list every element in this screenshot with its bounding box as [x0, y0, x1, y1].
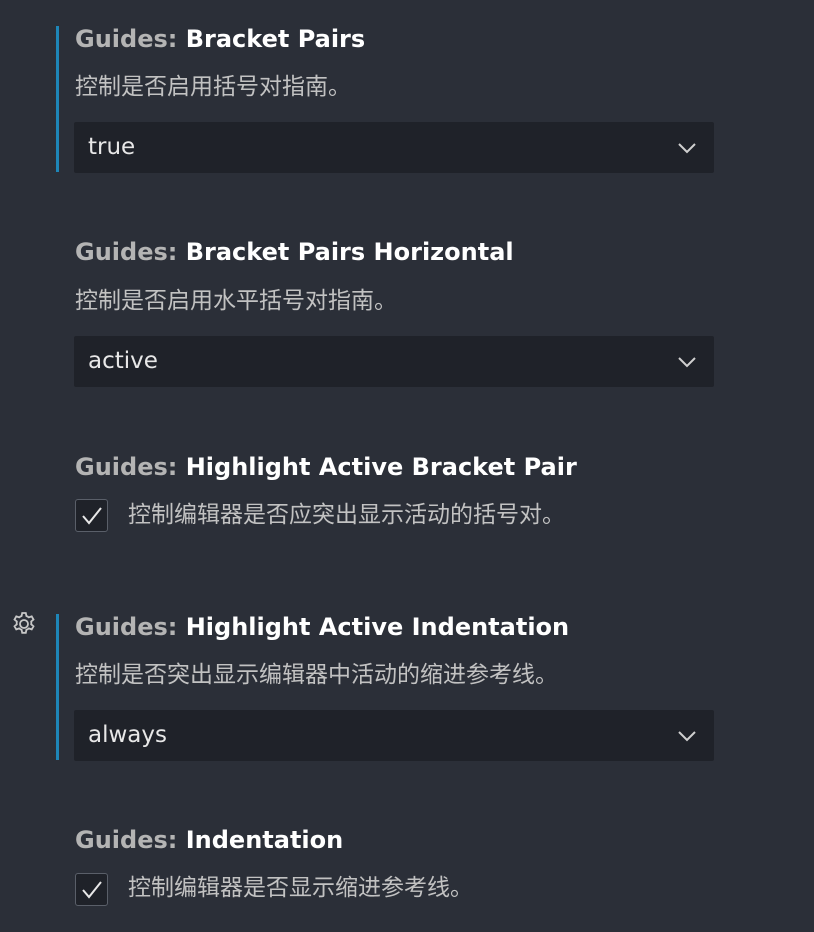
setting-title: Guides: Highlight Active Indentation — [75, 612, 569, 642]
setting-category: Guides: — [75, 238, 186, 266]
setting-description: 控制是否启用水平括号对指南。 — [75, 288, 397, 314]
setting-name: Indentation — [185, 826, 344, 854]
chevron-down-icon — [678, 357, 696, 368]
bracket-pairs-select[interactable]: true — [74, 122, 714, 173]
highlight-active-bracket-pair-checkbox[interactable] — [75, 499, 108, 532]
setting-category: Guides: — [75, 25, 186, 53]
setting-name: Highlight Active Bracket Pair — [185, 453, 577, 481]
setting-bracket-pairs: Guides: Bracket Pairs 控制是否启用括号对指南。 true — [0, 0, 814, 190]
setting-category: Guides: — [75, 453, 186, 481]
setting-description: 控制编辑器是否应突出显示活动的括号对。 — [128, 502, 565, 528]
chevron-down-icon — [678, 143, 696, 154]
bracket-pairs-horizontal-select[interactable]: active — [74, 336, 714, 387]
setting-description: 控制是否启用括号对指南。 — [75, 74, 351, 100]
setting-name: Highlight Active Indentation — [185, 613, 570, 641]
checkmark-icon — [82, 881, 102, 899]
chevron-down-icon — [678, 731, 696, 742]
modified-indicator — [56, 614, 59, 760]
setting-title: Guides: Bracket Pairs — [75, 24, 365, 54]
setting-title: Guides: Highlight Active Bracket Pair — [75, 452, 577, 482]
setting-name: Bracket Pairs Horizontal — [185, 238, 514, 266]
gear-icon[interactable] — [10, 610, 38, 638]
checkmark-icon — [82, 507, 102, 525]
indentation-checkbox[interactable] — [75, 873, 108, 906]
setting-title: Guides: Bracket Pairs Horizontal — [75, 237, 514, 267]
select-value: true — [88, 134, 136, 160]
highlight-active-indentation-select[interactable]: always — [74, 710, 714, 761]
setting-category: Guides: — [75, 613, 186, 641]
setting-title: Guides: Indentation — [75, 825, 343, 855]
select-value: always — [88, 722, 167, 748]
setting-description: 控制是否突出显示编辑器中活动的缩进参考线。 — [75, 662, 558, 688]
setting-description: 控制编辑器是否显示缩进参考线。 — [128, 875, 473, 901]
setting-indentation: Guides: Indentation 控制编辑器是否显示缩进参考线。 — [0, 0, 814, 906]
select-value: active — [88, 348, 158, 374]
modified-indicator — [56, 26, 59, 172]
setting-name: Bracket Pairs — [185, 25, 366, 53]
setting-category: Guides: — [75, 826, 186, 854]
